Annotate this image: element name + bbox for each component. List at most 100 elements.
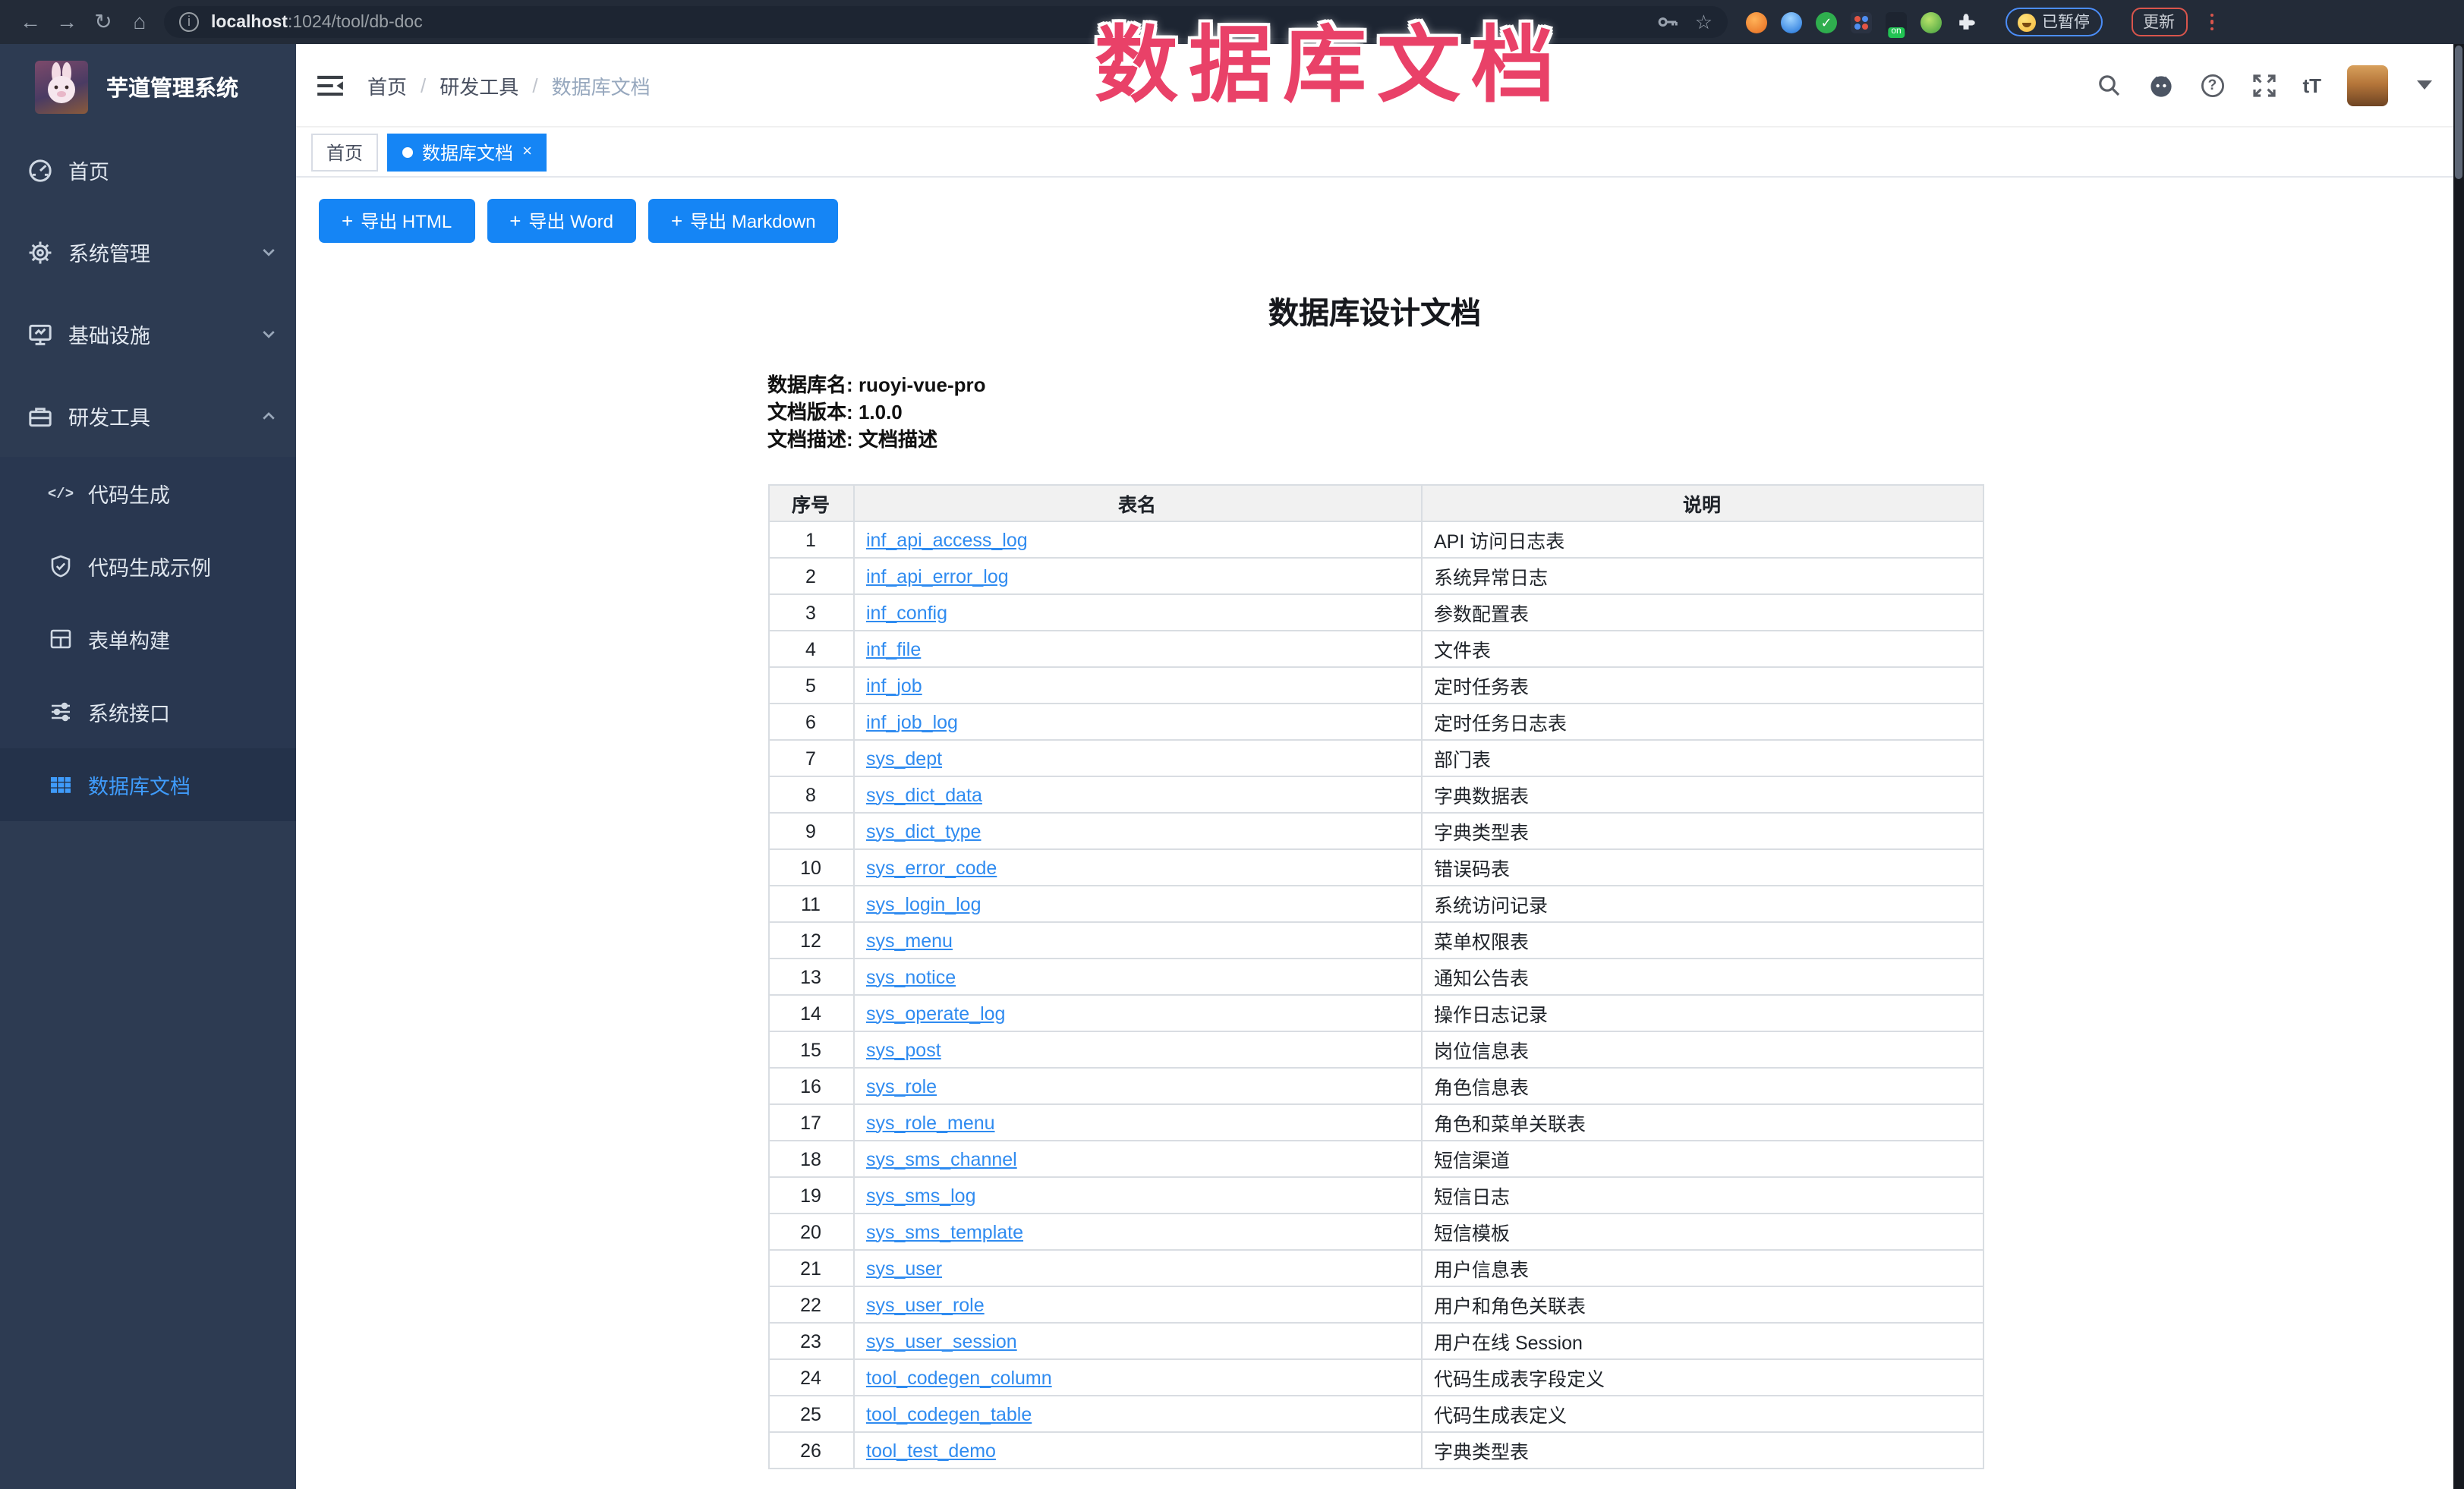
table-description: 用户在线 Session xyxy=(1421,1323,1983,1359)
button-label: 导出 Word xyxy=(528,208,613,234)
sidebar-item-api[interactable]: 系统接口 xyxy=(0,675,296,748)
table-name-link[interactable]: inf_config xyxy=(866,602,947,623)
sidebar-item-db-doc[interactable]: 数据库文档 xyxy=(0,748,296,821)
sidebar-item-codegen[interactable]: </> 代码生成 xyxy=(0,457,296,530)
bookmark-star-icon[interactable]: ☆ xyxy=(1695,10,1713,34)
table-name-link[interactable]: sys_user xyxy=(866,1258,942,1279)
table-name-link[interactable]: sys_sms_channel xyxy=(866,1148,1017,1169)
sidebar-item-codegen-demo[interactable]: 代码生成示例 xyxy=(0,530,296,603)
table-grid-icon xyxy=(49,773,73,797)
table-name-link[interactable]: sys_menu xyxy=(866,930,953,951)
chevron-down-icon[interactable] xyxy=(2417,80,2432,90)
sidebar-item-home[interactable]: 首页 xyxy=(0,129,296,211)
github-icon[interactable] xyxy=(2147,72,2173,98)
tab-db-doc[interactable]: 数据库文档 × xyxy=(387,133,547,171)
breadcrumb-current: 数据库文档 xyxy=(552,71,651,99)
sidebar-item-devtools[interactable]: 研发工具 xyxy=(0,375,296,457)
table-row: 5 inf_job 定时任务表 xyxy=(768,667,1983,704)
site-info-icon[interactable]: i xyxy=(179,12,199,32)
update-button[interactable]: 更新 xyxy=(2131,8,2187,36)
table-name-link[interactable]: sys_user_role xyxy=(866,1294,985,1315)
table-name-link[interactable]: sys_error_code xyxy=(866,857,997,878)
password-key-icon[interactable] xyxy=(1657,11,1680,33)
sidebar-item-label: 代码生成示例 xyxy=(88,551,211,581)
forward-icon[interactable]: → xyxy=(49,0,85,44)
export-word-button[interactable]: + 导出 Word xyxy=(487,199,636,243)
table-name-link[interactable]: tool_codegen_table xyxy=(866,1403,1032,1424)
extension-on-icon[interactable]: on xyxy=(1886,11,1907,33)
scrollbar-thumb[interactable] xyxy=(2455,46,2462,179)
table-description: 岗位信息表 xyxy=(1421,1031,1983,1068)
search-icon[interactable] xyxy=(2096,72,2122,98)
column-header-table-name: 表名 xyxy=(853,485,1421,521)
table-name-link[interactable]: sys_role_menu xyxy=(866,1112,995,1133)
sidebar-collapse-icon[interactable] xyxy=(317,74,343,96)
extension-check-icon[interactable] xyxy=(1816,11,1837,33)
table-description: 角色和菜单关联表 xyxy=(1421,1104,1983,1141)
table-description: 部门表 xyxy=(1421,740,1983,776)
table-name-link[interactable]: sys_dict_type xyxy=(866,820,981,842)
paused-badge[interactable]: 已暂停 xyxy=(2006,8,2102,36)
table-name-link[interactable]: sys_post xyxy=(866,1039,941,1060)
table-name-link[interactable]: sys_sms_log xyxy=(866,1185,976,1206)
breadcrumb-home[interactable]: 首页 xyxy=(367,71,407,99)
table-name-link[interactable]: inf_job xyxy=(866,675,922,696)
tables-index-table: 序号 表名 说明 1 inf_api_access_log API 访问日志表 … xyxy=(767,484,1983,1469)
table-row: 26 tool_test_demo 字典类型表 xyxy=(768,1432,1983,1469)
sidebar-item-form-builder[interactable]: 表单构建 xyxy=(0,603,296,675)
extension-grid-icon[interactable] xyxy=(1851,11,1872,33)
table-name-link[interactable]: tool_test_demo xyxy=(866,1440,996,1461)
table-name-link[interactable]: sys_dept xyxy=(866,748,942,769)
table-name-link[interactable]: sys_role xyxy=(866,1075,937,1097)
column-header-description: 说明 xyxy=(1421,485,1983,521)
sidebar-item-system[interactable]: 系统管理 xyxy=(0,211,296,293)
table-description: 短信模板 xyxy=(1421,1214,1983,1250)
page-scrollbar[interactable] xyxy=(2453,44,2464,1489)
row-index: 2 xyxy=(768,558,853,594)
table-name-link[interactable]: inf_api_error_log xyxy=(866,565,1009,587)
help-icon[interactable]: ? xyxy=(2199,72,2225,98)
export-html-button[interactable]: + 导出 HTML xyxy=(319,199,474,243)
table-name-link[interactable]: tool_codegen_column xyxy=(866,1367,1052,1388)
row-index: 14 xyxy=(768,995,853,1031)
table-description: 代码生成表定义 xyxy=(1421,1396,1983,1432)
export-markdown-button[interactable]: + 导出 Markdown xyxy=(648,199,839,243)
shield-check-icon xyxy=(49,554,73,578)
avatar[interactable] xyxy=(2347,65,2388,105)
extensions-puzzle-icon[interactable] xyxy=(1955,11,1977,33)
table-name-link[interactable]: sys_user_session xyxy=(866,1330,1017,1352)
font-size-icon[interactable]: tT xyxy=(2302,74,2321,96)
close-icon[interactable]: × xyxy=(522,143,532,161)
devtools-submenu: </> 代码生成 代码生成示例 表单构建 系统接口 数据库文档 xyxy=(0,457,296,821)
app-logo-row[interactable]: 芋道管理系统 xyxy=(0,44,296,129)
breadcrumb-devtools[interactable]: 研发工具 xyxy=(440,71,518,99)
extension-pin-icon[interactable] xyxy=(1781,11,1802,33)
address-bar[interactable]: i localhost:1024/tool/db-doc ☆ xyxy=(164,6,1728,38)
row-index: 10 xyxy=(768,849,853,886)
browser-menu-icon[interactable] xyxy=(2210,14,2214,31)
row-index: 6 xyxy=(768,704,853,740)
table-name-link[interactable]: sys_notice xyxy=(866,966,956,987)
fullscreen-icon[interactable] xyxy=(2251,72,2277,98)
row-index: 25 xyxy=(768,1396,853,1432)
table-name-link[interactable]: sys_dict_data xyxy=(866,784,982,805)
tables-tbody: 1 inf_api_access_log API 访问日志表 2 inf_api… xyxy=(768,521,1983,1469)
row-index: 9 xyxy=(768,813,853,849)
reload-icon[interactable]: ↻ xyxy=(85,0,121,44)
back-icon[interactable]: ← xyxy=(12,0,49,44)
extension-icon[interactable] xyxy=(1746,11,1767,33)
table-name-link[interactable]: inf_job_log xyxy=(866,711,958,732)
column-header-index: 序号 xyxy=(768,485,853,521)
table-name-link[interactable]: sys_operate_log xyxy=(866,1003,1005,1024)
sidebar-item-infra[interactable]: 基础设施 xyxy=(0,293,296,375)
home-icon[interactable]: ⌂ xyxy=(121,0,158,44)
extension-leaf-icon[interactable] xyxy=(1920,11,1942,33)
table-name-link[interactable]: sys_sms_template xyxy=(866,1221,1023,1242)
table-description: 系统访问记录 xyxy=(1421,886,1983,922)
row-index: 15 xyxy=(768,1031,853,1068)
table-name-link[interactable]: inf_api_access_log xyxy=(866,529,1028,550)
table-name-link[interactable]: sys_login_log xyxy=(866,893,982,914)
table-name-link[interactable]: inf_file xyxy=(866,638,921,660)
table-row: 20 sys_sms_template 短信模板 xyxy=(768,1214,1983,1250)
tab-home[interactable]: 首页 xyxy=(311,133,378,171)
